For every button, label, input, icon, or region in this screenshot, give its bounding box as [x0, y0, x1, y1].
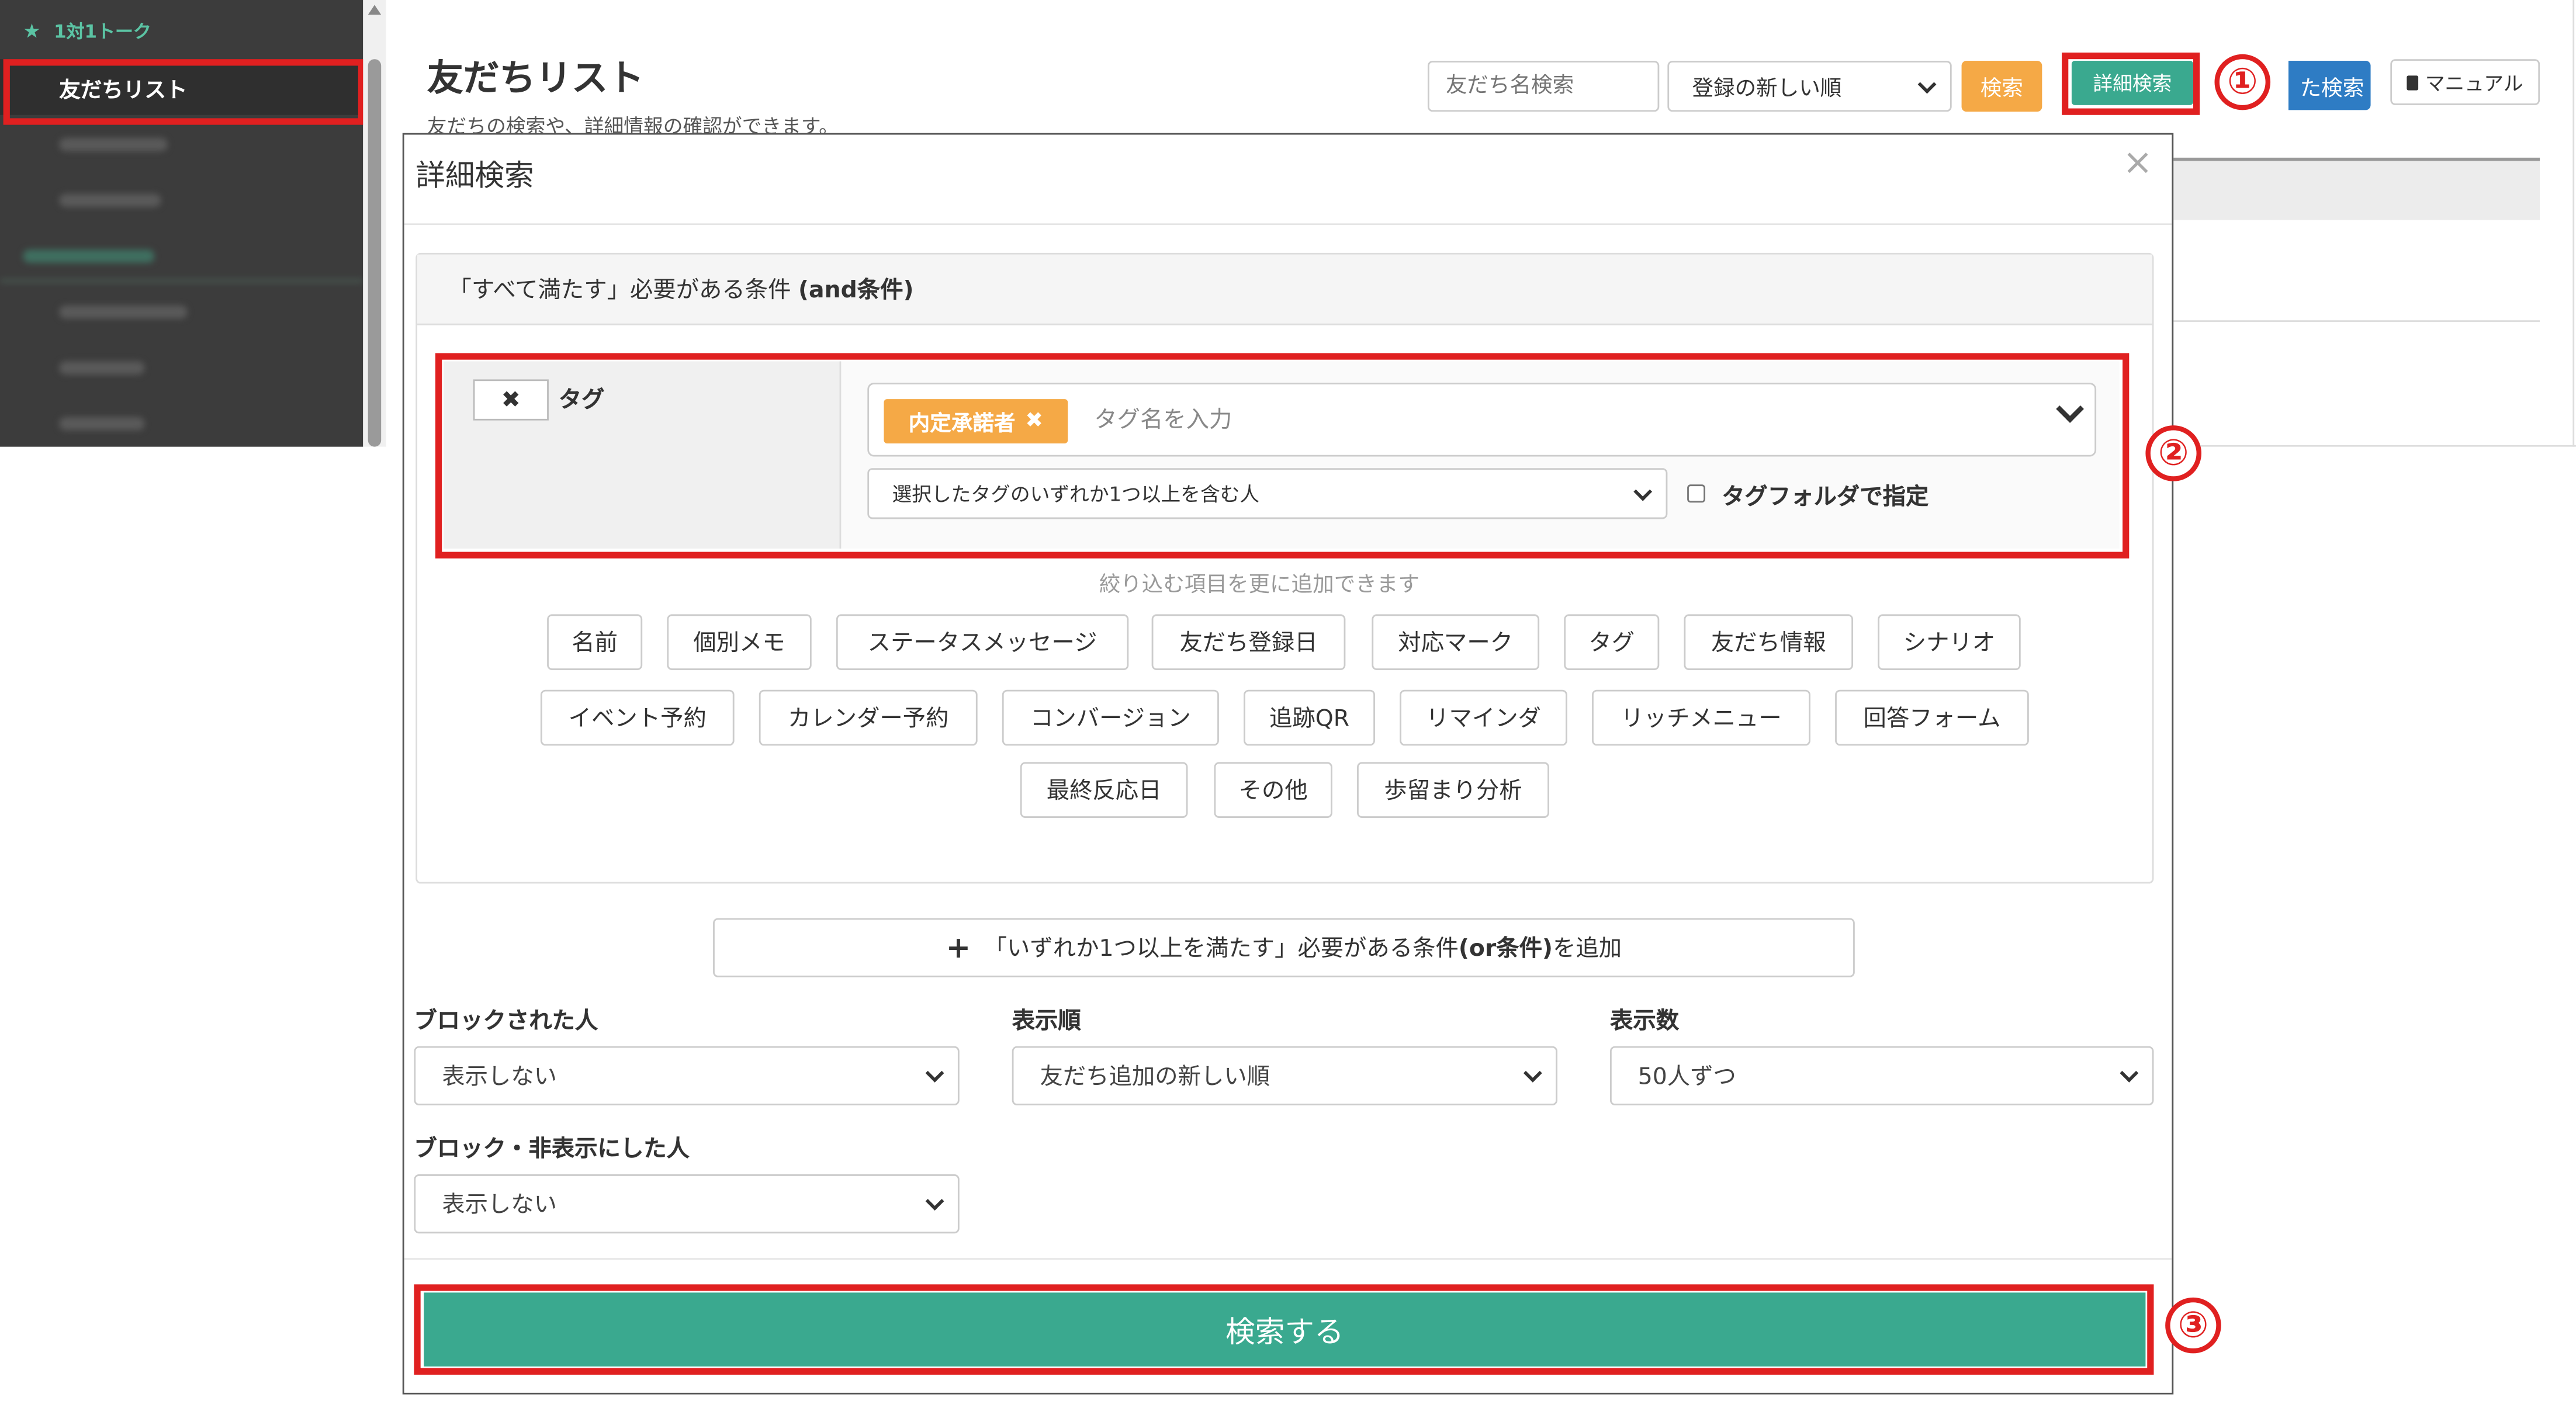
close-icon[interactable]: × [2123, 145, 2153, 182]
chevron-down-icon [2120, 1063, 2139, 1083]
filter-button-friend-info[interactable]: 友だち情報 [1684, 614, 1854, 670]
tag-match-mode-select[interactable]: 選択したタグのいずれか1つ以上を含む人 [867, 468, 1668, 519]
blurred-sidebar-item [59, 417, 145, 431]
filter-button-conversion[interactable]: コンバージョン [1002, 689, 1219, 746]
book-icon [2407, 74, 2419, 90]
filter-button-response-mark[interactable]: 対応マーク [1372, 614, 1540, 670]
chevron-down-icon [925, 1063, 944, 1083]
star-icon: ★ [23, 19, 41, 43]
filter-button-answer-form[interactable]: 回答フォーム [1835, 689, 2029, 746]
panel-border [2572, 0, 2575, 447]
filter-button-tracking-qr[interactable]: 追跡QR [1244, 689, 1375, 746]
modal-title: 詳細検索 [416, 159, 534, 194]
screenshot-stage: ★ 1対1トーク 友だちリスト 友だちリスト 友だちの検索や、詳細情報の確認がで… [0, 0, 2576, 1408]
remove-tag-icon[interactable]: ✖ [1025, 409, 1043, 434]
chevron-down-icon [1917, 74, 1937, 93]
remove-condition-button[interactable]: ✖ [473, 379, 549, 421]
filter-button-tag[interactable]: タグ [1564, 614, 1660, 670]
blurred-sidebar-item [59, 361, 145, 374]
panel-border [2172, 445, 2576, 447]
order-select[interactable]: 友だち追加の新しい順 [1012, 1046, 1558, 1105]
filter-button-last-reaction-date[interactable]: 最終反応日 [1020, 762, 1188, 818]
list-table-header [2172, 157, 2540, 220]
step-3-marker: ③ [2165, 1297, 2221, 1354]
filter-button-yield-analysis[interactable]: 歩留まり分析 [1357, 762, 1549, 818]
filter-button-rich-menu[interactable]: リッチメニュー [1592, 689, 1810, 746]
filter-button-name[interactable]: 名前 [547, 614, 643, 670]
search-button[interactable]: 検索 [1961, 61, 2042, 112]
selected-tag-chip[interactable]: 内定承諾者 ✖ [884, 399, 1068, 444]
count-value: 50人ずつ [1637, 1064, 1736, 1091]
chevron-down-icon [925, 1192, 944, 1211]
scrollbar-thumb[interactable] [368, 59, 382, 447]
add-filter-hint-text: 絞り込む項目を更に追加できます [1099, 573, 1419, 598]
submit-search-button[interactable]: 検索する [424, 1292, 2146, 1367]
order-value: 友だち追加の新しい順 [1040, 1064, 1270, 1091]
count-select[interactable]: 50人ずつ [1609, 1046, 2154, 1105]
tag-match-mode-value: 選択したタグのいずれか1つ以上を含む人 [892, 483, 1260, 506]
chevron-down-icon [1633, 481, 1653, 501]
scroll-up-arrow-icon[interactable] [368, 5, 382, 15]
and-condition-title: 「すべて満たす」必要がある条件 (and条件) [448, 273, 913, 306]
hidden-value: 表示しない [442, 1192, 557, 1219]
blocked-value: 表示しない [442, 1064, 557, 1091]
blocked-select[interactable]: 表示しない [414, 1046, 960, 1105]
filter-button-registered-date[interactable]: 友だち登録日 [1151, 614, 1346, 670]
filter-button-scenario[interactable]: シナリオ [1878, 614, 2021, 670]
selected-tag-label: 内定承諾者 [908, 412, 1016, 437]
hidden-select[interactable]: 表示しない [414, 1174, 960, 1234]
saved-search-button[interactable]: た検索 [2288, 61, 2371, 110]
blurred-divider [0, 279, 363, 283]
hidden-label: ブロック・非表示にした人 [414, 1136, 690, 1163]
count-label: 表示数 [1609, 1008, 1680, 1035]
page-title: 友だちリスト [427, 59, 645, 100]
chevron-down-icon [1523, 1063, 1542, 1083]
tag-folder-checkbox[interactable] [1687, 484, 1706, 503]
manual-button-label: マニュアル [2425, 71, 2523, 95]
friend-name-search-input[interactable] [1427, 61, 1660, 112]
blurred-sidebar-item [59, 305, 188, 319]
tag-input-placeholder[interactable]: タグ名を入力 [1094, 403, 1232, 435]
blurred-sidebar-item [59, 193, 161, 207]
filter-button-event-reservation[interactable]: イベント予約 [540, 689, 735, 746]
blurred-sidebar-section [23, 249, 155, 263]
list-table-divider [2172, 320, 2540, 322]
modal-divider [404, 223, 2172, 226]
filter-button-memo[interactable]: 個別メモ [667, 614, 812, 670]
blurred-sidebar-item [59, 138, 168, 151]
sidebar-item-label: 友だちリスト [59, 78, 188, 103]
step-1-marker: ① [2214, 54, 2271, 110]
and-condition-title-text: 「すべて満たす」必要がある条件 [448, 278, 799, 304]
sort-order-select[interactable]: 登録の新しい順 [1667, 61, 1952, 112]
sidebar-scrollbar[interactable] [363, 0, 386, 447]
detail-search-button[interactable]: 詳細検索 [2071, 61, 2193, 105]
or-condition-bold: (or条件) [1458, 936, 1553, 963]
modal-divider [404, 1258, 2172, 1260]
sort-order-value: 登録の新しい順 [1692, 77, 1842, 102]
order-label: 表示順 [1012, 1008, 1081, 1035]
filter-button-calendar-reservation[interactable]: カレンダー予約 [759, 689, 978, 746]
step-2-marker: ② [2145, 425, 2202, 481]
filter-button-reminder[interactable]: リマインダ [1400, 689, 1567, 746]
blocked-label: ブロックされた人 [414, 1008, 598, 1035]
tag-condition-label: タグ [558, 387, 605, 414]
filter-button-status-message[interactable]: ステータスメッセージ [836, 614, 1129, 670]
sidebar-section-one-on-one-talk[interactable]: ★ 1対1トーク [0, 4, 363, 60]
sidebar-section-label: 1対1トーク [54, 21, 151, 43]
or-condition-suffix: を追加 [1553, 936, 1622, 963]
manual-button[interactable]: マニュアル [2390, 59, 2540, 105]
add-or-condition-button[interactable]: + 「いずれか1つ以上を満たす」必要がある条件 (or条件) を追加 [713, 918, 1855, 977]
and-condition-title-bold: (and条件) [798, 278, 914, 304]
or-condition-text: 「いずれか1つ以上を満たす」必要がある条件 [984, 936, 1459, 963]
sidebar: ★ 1対1トーク 友だちリスト [0, 0, 363, 447]
tag-folder-label[interactable]: タグフォルダで指定 [1722, 480, 1928, 512]
filter-button-other[interactable]: その他 [1214, 762, 1332, 818]
plus-icon: + [946, 930, 971, 965]
sidebar-item-friend-list[interactable]: 友だちリスト [0, 59, 363, 115]
